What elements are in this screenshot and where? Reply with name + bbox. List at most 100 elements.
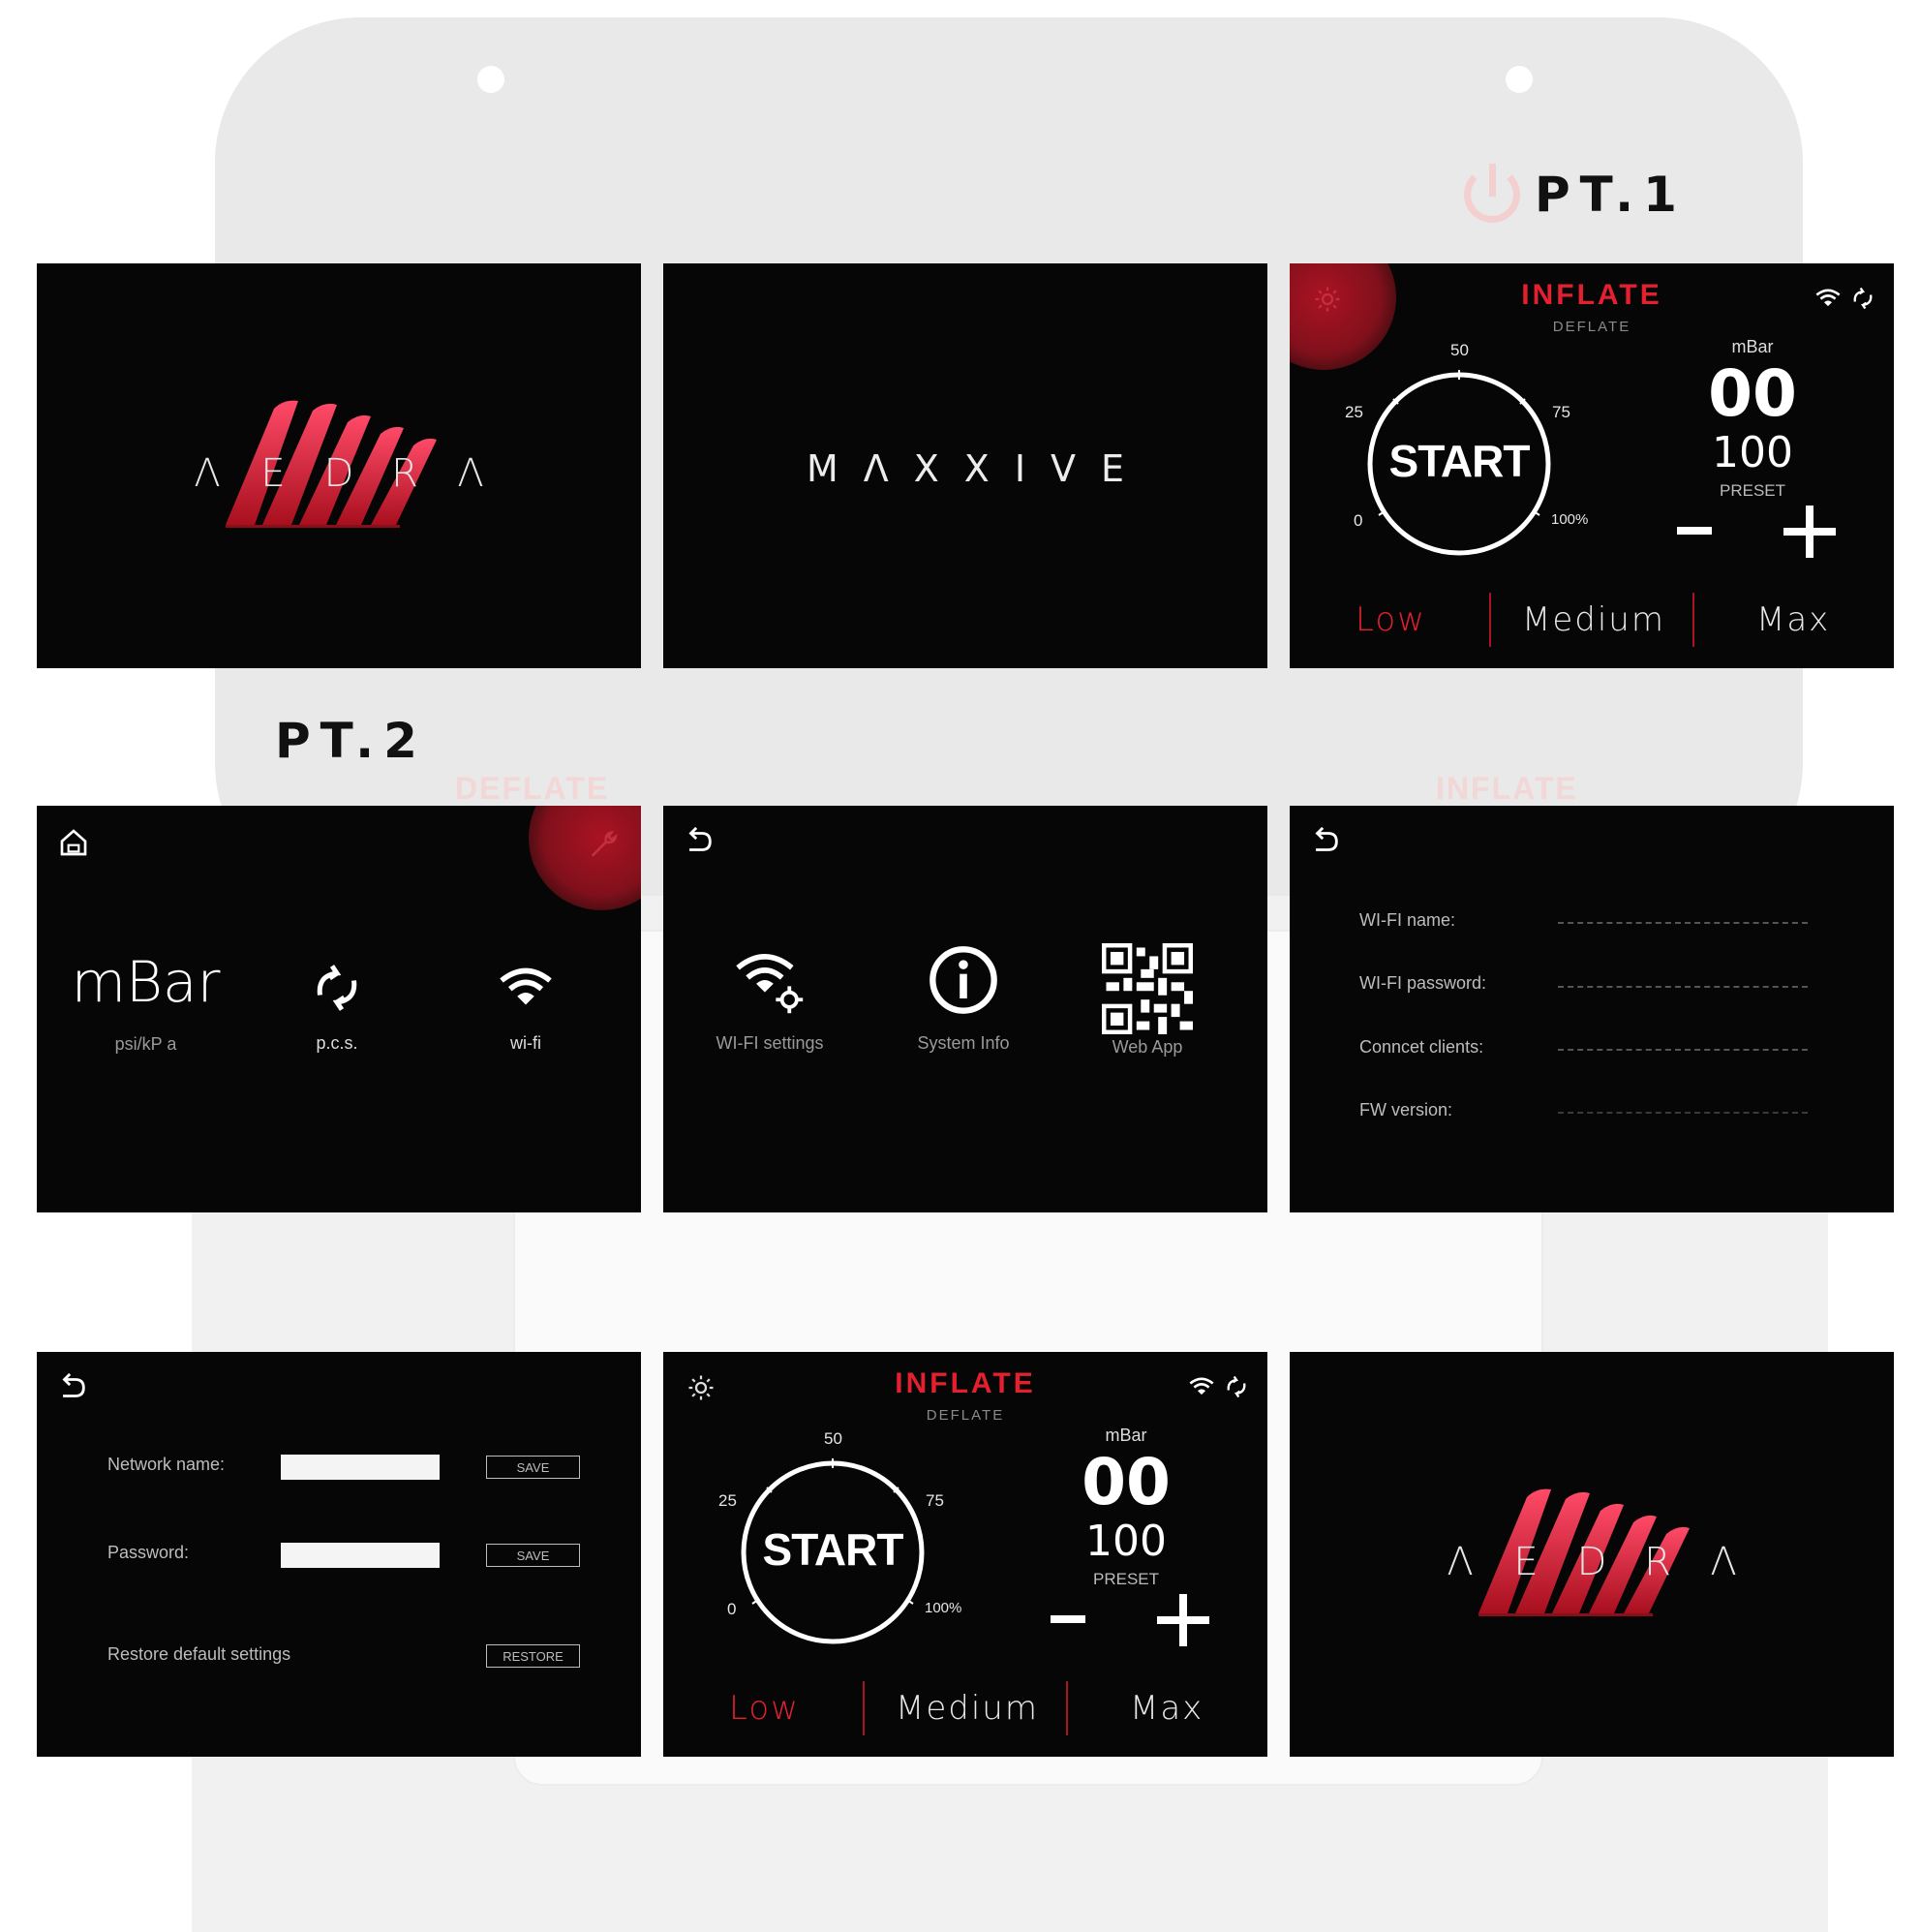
connected-clients-label: Conncet clients:: [1359, 1037, 1484, 1057]
current-pressure-value: 00: [1082, 1445, 1171, 1519]
info-icon: [930, 946, 997, 1014]
mode-max-button[interactable]: Max: [1130, 1689, 1204, 1728]
logo-letter: D: [323, 451, 354, 496]
password-label: Password:: [107, 1543, 190, 1562]
wifi-name-value: [1558, 922, 1808, 924]
dial-tick-label: 50: [824, 1429, 842, 1448]
power-icon: [1464, 164, 1520, 223]
sync-icon[interactable]: [1849, 285, 1876, 312]
wrench-icon[interactable]: [587, 827, 620, 860]
logo-letter: Λ: [457, 451, 484, 496]
logo-letter: E: [260, 451, 286, 496]
increase-button[interactable]: [1157, 1594, 1209, 1646]
screen-control: INFLATE DEFLATE 50 25 75 0 100% START mB…: [1290, 263, 1894, 668]
deflate-mode-toggle[interactable]: DEFLATE: [663, 1407, 1267, 1424]
screen-splash-maxxive: MΛXXIVE: [663, 263, 1267, 668]
mode-medium-button[interactable]: Medium: [896, 1689, 1039, 1728]
maxxive-wordmark: MΛXXIVE: [806, 447, 1150, 490]
dial-tick-label: 100%: [1551, 511, 1589, 528]
back-icon[interactable]: [683, 825, 716, 858]
decrease-button[interactable]: [1051, 1615, 1085, 1623]
web-app-item[interactable]: Web App: [1089, 943, 1205, 1058]
logo-letter: D: [1576, 1540, 1607, 1584]
aedra-logo-text: Λ E D R Λ: [37, 451, 641, 496]
system-info-item[interactable]: System Info: [900, 943, 1026, 1054]
device-screw: [1506, 66, 1533, 93]
mode-low-button[interactable]: Low: [1356, 600, 1426, 639]
restore-button[interactable]: RESTORE: [486, 1644, 580, 1668]
logo-letter: R: [391, 451, 418, 496]
logo-letter: Λ: [1710, 1540, 1737, 1584]
unit-label[interactable]: mBar: [1690, 337, 1815, 357]
increase-button[interactable]: [1783, 506, 1836, 558]
preset-label: PRESET: [1092, 1570, 1160, 1588]
inflate-mode-title[interactable]: INFLATE: [1290, 279, 1894, 312]
preset-value: 100: [1085, 1517, 1167, 1566]
back-icon[interactable]: [56, 1371, 89, 1404]
sync-icon[interactable]: [1223, 1373, 1250, 1400]
logo-letter: R: [1644, 1540, 1671, 1584]
password-input[interactable]: [281, 1543, 440, 1568]
touch-indicator: [529, 806, 641, 910]
logo-letter: Λ: [194, 451, 221, 496]
wifi-settings-item[interactable]: WI-FI settings: [702, 943, 838, 1054]
back-icon[interactable]: [1309, 825, 1342, 858]
section-label-pt2: PT.2: [275, 713, 427, 769]
logo-letter: E: [1513, 1540, 1539, 1584]
save-network-name-button[interactable]: SAVE: [486, 1456, 580, 1479]
mode-divider: [863, 1681, 865, 1735]
wifi-icon[interactable]: [1814, 285, 1842, 312]
wifi-setting-item[interactable]: wi-fi: [468, 959, 584, 1054]
save-password-button[interactable]: SAVE: [486, 1544, 580, 1567]
unit-setting-caption: psi/kP a: [114, 1034, 177, 1054]
wifi-icon: [500, 967, 552, 1005]
home-icon[interactable]: [58, 827, 89, 858]
wifi-password-label: WI-FI password:: [1359, 973, 1487, 993]
wifi-password-value: [1558, 986, 1808, 988]
screen-settings-menu: mBar psi/kP a p.c.s. wi-fi: [37, 806, 641, 1212]
unit-setting-value: mBar: [71, 949, 221, 1015]
restore-default-label: Restore default settings: [107, 1644, 291, 1664]
wifi-name-label: WI-FI name:: [1359, 910, 1456, 930]
fw-version-label: FW version:: [1359, 1100, 1453, 1119]
mode-max-button[interactable]: Max: [1756, 600, 1830, 639]
inflate-mode-title[interactable]: INFLATE: [663, 1367, 1267, 1400]
current-pressure-value: 00: [1708, 356, 1797, 431]
dial-tick-label: 50: [1450, 341, 1469, 359]
web-app-caption: Web App: [1112, 1037, 1183, 1057]
unit-label[interactable]: mBar: [1063, 1426, 1189, 1446]
screen-settings-submenu: WI-FI settings System Info Web App: [663, 806, 1267, 1212]
mode-divider: [1489, 593, 1491, 647]
start-button[interactable]: START: [1362, 435, 1556, 487]
mode-medium-button[interactable]: Medium: [1522, 600, 1665, 639]
deflate-mode-toggle[interactable]: DEFLATE: [1290, 319, 1894, 335]
ghost-deflate-label: DEFLATE: [455, 771, 610, 806]
dial-tick-label: 25: [1345, 403, 1363, 421]
wifi-settings-caption: WI-FI settings: [716, 1033, 824, 1053]
preset-value: 100: [1712, 428, 1793, 477]
device-screw: [477, 66, 504, 93]
system-info-caption: System Info: [917, 1033, 1010, 1053]
screen-splash-aedra: Λ E D R Λ: [37, 263, 641, 668]
pcs-setting-item[interactable]: p.c.s.: [279, 959, 395, 1054]
wifi-caption: wi-fi: [510, 1033, 541, 1053]
aedra-logo-text: Λ E D R Λ: [1290, 1540, 1894, 1584]
start-button[interactable]: START: [736, 1523, 930, 1576]
screen-splash-aedra-2: Λ E D R Λ: [1290, 1352, 1894, 1757]
dial-tick-label: 0: [1354, 511, 1363, 530]
mode-divider: [1692, 593, 1694, 647]
screen-wifi-info: WI-FI name: WI-FI password: Conncet clie…: [1290, 806, 1894, 1212]
connected-clients-value: [1558, 1049, 1808, 1051]
network-name-input[interactable]: [281, 1455, 440, 1480]
wifi-settings-icon: [736, 954, 804, 1014]
mode-low-button[interactable]: Low: [729, 1689, 800, 1728]
dial-tick-label: 25: [718, 1491, 737, 1510]
network-name-label: Network name:: [107, 1455, 226, 1474]
dial-tick-label: 0: [727, 1600, 737, 1618]
decrease-button[interactable]: [1677, 527, 1712, 535]
unit-setting-item[interactable]: mBar psi/kP a: [66, 949, 226, 1055]
qr-code-icon: [1102, 943, 1193, 1034]
logo-letter: Λ: [1447, 1540, 1474, 1584]
screen-control-2: INFLATE DEFLATE 50 25 75 0 100% START mB…: [663, 1352, 1267, 1757]
wifi-icon[interactable]: [1188, 1373, 1215, 1400]
